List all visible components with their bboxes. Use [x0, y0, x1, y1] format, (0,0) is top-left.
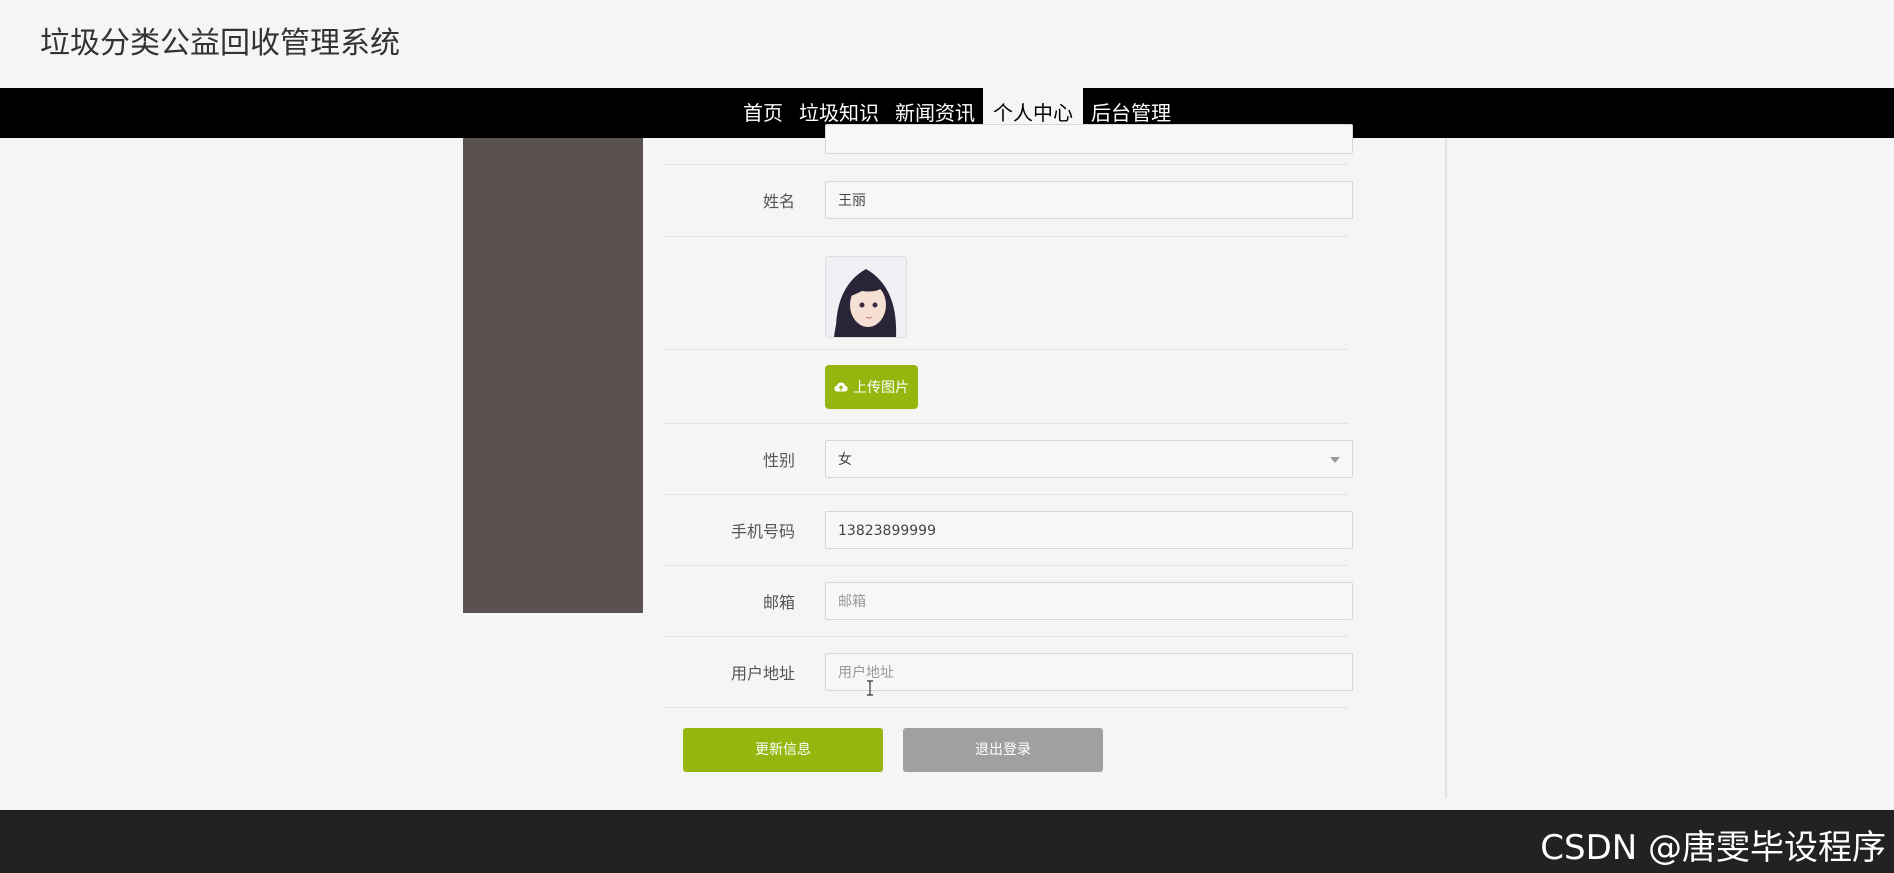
form-row-address: 用户地址 用户地址 [663, 636, 1353, 708]
form-row-gender: 性别 女 [663, 423, 1353, 495]
sidebar-panel [463, 138, 643, 613]
address-input[interactable]: 用户地址 [825, 653, 1353, 691]
site-title: 垃圾分类公益回收管理系统 [40, 26, 400, 61]
chevron-down-icon [1330, 457, 1340, 463]
email-input[interactable]: 邮箱 [825, 582, 1353, 620]
cloud-upload-icon [834, 382, 848, 392]
phone-label: 手机号码 [730, 522, 795, 541]
watermark: CSDN @唐雯毕设程序 [1540, 828, 1886, 868]
profile-form: 姓名 王丽 上传图片 性别 女 手机号码 13823899999 邮箱 邮箱 用… [643, 124, 1447, 798]
text-cursor-icon [867, 680, 873, 696]
form-row-upload: 上传图片 [663, 349, 1348, 424]
form-row-name: 姓名 王丽 [663, 164, 1353, 237]
phone-input[interactable]: 13823899999 [825, 511, 1353, 549]
upload-button-label: 上传图片 [853, 380, 909, 396]
header: 垃圾分类公益回收管理系统 [0, 0, 1894, 88]
nav-item-home[interactable]: 首页 [735, 88, 791, 138]
avatar-image-icon [826, 257, 906, 337]
upload-image-button[interactable]: 上传图片 [825, 365, 918, 409]
name-input[interactable]: 王丽 [825, 181, 1353, 219]
avatar [825, 256, 907, 338]
partial-field[interactable] [825, 124, 1353, 154]
gender-value: 女 [838, 452, 852, 468]
footer: CSDN @唐雯毕设程序 [0, 810, 1894, 873]
gender-label: 性别 [762, 451, 795, 470]
address-label: 用户地址 [730, 664, 795, 683]
name-label: 姓名 [762, 192, 795, 211]
update-info-button[interactable]: 更新信息 [683, 728, 883, 772]
logout-button[interactable]: 退出登录 [903, 728, 1103, 772]
email-label: 邮箱 [762, 593, 795, 612]
form-row-email: 邮箱 邮箱 [663, 565, 1353, 637]
form-row-partial [663, 124, 1353, 165]
gender-select[interactable]: 女 [825, 440, 1353, 478]
form-row-phone: 手机号码 13823899999 [663, 494, 1353, 566]
form-row-avatar [663, 236, 1348, 350]
